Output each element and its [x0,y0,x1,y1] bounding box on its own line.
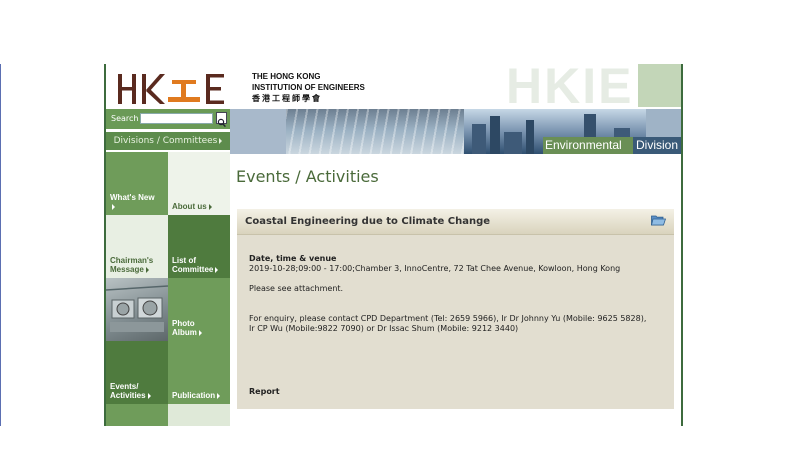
hkie-logo[interactable] [118,70,246,106]
caret-right-icon [112,203,115,210]
org-name-chinese: 香港工程師學會 [252,94,322,103]
nav-chairmans-message-line2: Message [110,265,144,274]
caret-right-icon [198,329,202,336]
caret-right-icon [219,137,223,144]
search-bar: Search [106,109,230,129]
org-name-line2: INSTITUTION OF ENGINEERS [252,83,365,92]
nav-tile-about-us[interactable]: About us [168,152,230,215]
nav-whats-new-label: What's New [110,193,155,202]
event-date-value: 2019-10-28;09:00 - 17:00;Chamber 3, Inno… [249,264,621,273]
caret-right-icon [217,392,221,399]
header-accent-block [638,64,683,107]
folder-open-icon[interactable] [651,214,666,226]
nav-events-activities-line2: Activities [110,391,146,400]
nav-about-us-label: About us [172,202,207,211]
event-note: Please see attachment. [249,284,344,293]
search-label: Search [111,114,139,123]
nav-tile-extra-left [106,404,168,426]
nav-list-of-committee-line2: Committee [172,265,214,274]
nav-tile-whats-new[interactable]: What's New [106,152,168,215]
magnifier-icon [217,118,226,128]
caret-right-icon [145,266,149,273]
banner-caption: Environmental Division [543,137,681,154]
solar-panels-photo [286,109,464,154]
nav-photo-album-line1: Photo [172,319,195,328]
nav-tile-photo-album[interactable]: Photo Album [168,278,230,341]
event-card: Coastal Engineering due to Climate Chang… [237,209,674,409]
page-frame: THE HONG KONG INSTITUTION OF ENGINEERS 香… [104,64,683,426]
org-name: THE HONG KONG INSTITUTION OF ENGINEERS 香… [252,71,365,104]
divisions-committees-menu[interactable]: Divisions / Committees [106,132,230,150]
caret-right-icon [147,392,151,399]
caret-right-icon [215,266,219,273]
nav-photo-album-line2: Album [172,328,197,337]
event-enquiry: For enquiry, please contact CPD Departme… [249,314,647,333]
division-banner: Environmental Division [230,109,681,154]
event-card-header: Coastal Engineering due to Climate Chang… [237,209,674,235]
banner-caption-environmental: Environmental [545,138,622,152]
frame-border-left [104,64,106,426]
nav-chairmans-message-line1: Chairman's [110,256,154,265]
event-title: Coastal Engineering due to Climate Chang… [245,216,491,227]
nav-tile-publication[interactable]: Publication [168,341,230,404]
window-edge-marker [0,64,1,426]
banner-caption-division: Division [632,137,681,154]
section-nav-grid: What's New About us Chairman's Message Li… [105,152,230,426]
event-details: Date, time & venue 2019-10-28;09:00 - 17… [249,254,649,334]
event-date-label: Date, time & venue [249,254,337,263]
search-button[interactable] [216,112,227,128]
nav-tile-chairmans-message[interactable]: Chairman's Message [106,215,168,278]
org-name-line1: THE HONG KONG [252,72,321,81]
nav-events-activities-line1: Events/ [110,382,139,391]
caret-right-icon [208,203,212,210]
page-title: Events / Activities [236,167,379,186]
main-content: Events / Activities Coastal Engineering … [230,154,681,426]
nav-tile-list-of-committee[interactable]: List of Committee [168,215,230,278]
nav-list-of-committee-line1: List of [172,256,196,265]
hkie-watermark: HKIE [506,64,634,114]
nav-tile-extra-right [168,404,230,426]
nav-tile-photo [105,278,169,341]
frame-border-right [681,64,683,426]
search-input[interactable] [140,113,213,124]
event-report-label: Report [249,387,280,396]
nav-publication-label: Publication [172,391,216,400]
rooftop-equipment-image [105,285,169,332]
nav-tile-events-activities[interactable]: Events/Activities [106,341,168,404]
banner-sky [230,109,286,154]
site-header: THE HONG KONG INSTITUTION OF ENGINEERS 香… [106,64,683,114]
divisions-committees-label: Divisions / Committees [113,136,218,146]
